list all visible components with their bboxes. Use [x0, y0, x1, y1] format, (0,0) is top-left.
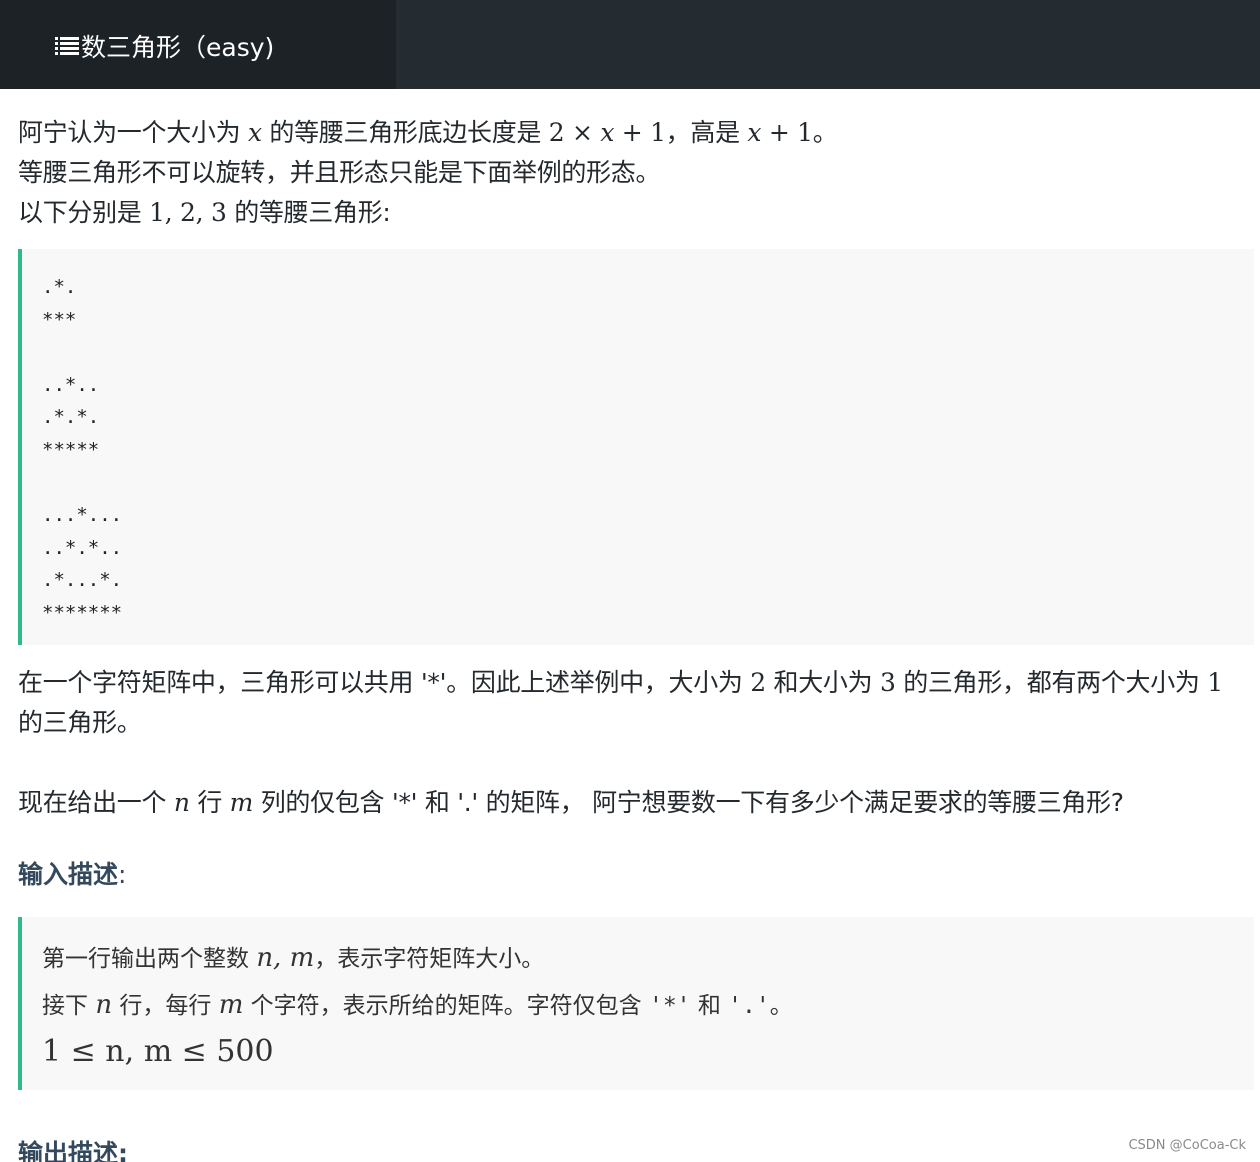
text: 的等腰三角形底边长度是 [261, 118, 549, 147]
problem-content: 阿宁认为一个大小为 x 的等腰三角形底边长度是 2 × x + 1，高是 x +… [18, 113, 1254, 1090]
text: ，高是 [665, 118, 748, 147]
math-x: x [247, 118, 262, 147]
math-sizes: 1, 2, 3 [149, 198, 227, 227]
input-description-block: 第一行输出两个整数 n, m，表示字符矩阵大小。 接下 n 行，每行 m 个字符… [18, 917, 1254, 1090]
paragraph-definition: 阿宁认为一个大小为 x 的等腰三角形底边长度是 2 × x + 1，高是 x +… [18, 113, 1254, 153]
input-line-1: 第一行输出两个整数 n, m，表示字符矩阵大小。 [42, 943, 545, 973]
paragraph-rotation: 等腰三角形不可以旋转，并且形态只能是下面举例的形态。 [18, 158, 661, 187]
paragraph-task: 现在给出一个 n 行 m 列的仅包含 '*' 和 '.' 的矩阵， 阿宁想要数一… [18, 788, 1124, 817]
paragraph-sharing-cont: 的三角形。 [18, 708, 142, 737]
output-heading: 输出描述: [18, 1139, 128, 1162]
paragraph-sharing: 在一个字符矩阵中，三角形可以共用 '*'。因此上述举例中，大小为 2 和大小为 … [18, 668, 1223, 697]
paragraph-examples-intro: 以下分别是 1, 2, 3 的等腰三角形: [18, 198, 391, 227]
math-height-expr: x + 1 [747, 118, 813, 147]
math-base-expr: 2 × x + 1 [548, 118, 666, 147]
watermark: CSDN @CoCoa-Ck [1128, 1138, 1246, 1153]
text: 阿宁认为一个大小为 [18, 118, 248, 147]
list-icon [55, 37, 79, 55]
title-tab[interactable]: 数三角形（easy) [0, 0, 396, 89]
input-constraint: 1 ≤ n, m ≤ 500 [42, 1034, 274, 1069]
example-code-block: .*. *** ..*.. .*.*. ***** ...*... ..*.*.… [18, 249, 1254, 645]
input-heading: 输入描述: [18, 860, 127, 889]
text: 。 [812, 118, 838, 147]
top-bar: 数三角形（easy) [0, 0, 1260, 89]
example-triangles: .*. *** ..*.. .*.*. ***** ...*... ..*.*.… [42, 276, 123, 624]
title-wrap: 数三角形（easy) [55, 28, 274, 64]
page-title: 数三角形（easy) [81, 33, 275, 62]
input-line-2: 接下 n 行，每行 m 个字符，表示所给的矩阵。字符仅包含 '*' 和 '.'。 [42, 990, 793, 1020]
